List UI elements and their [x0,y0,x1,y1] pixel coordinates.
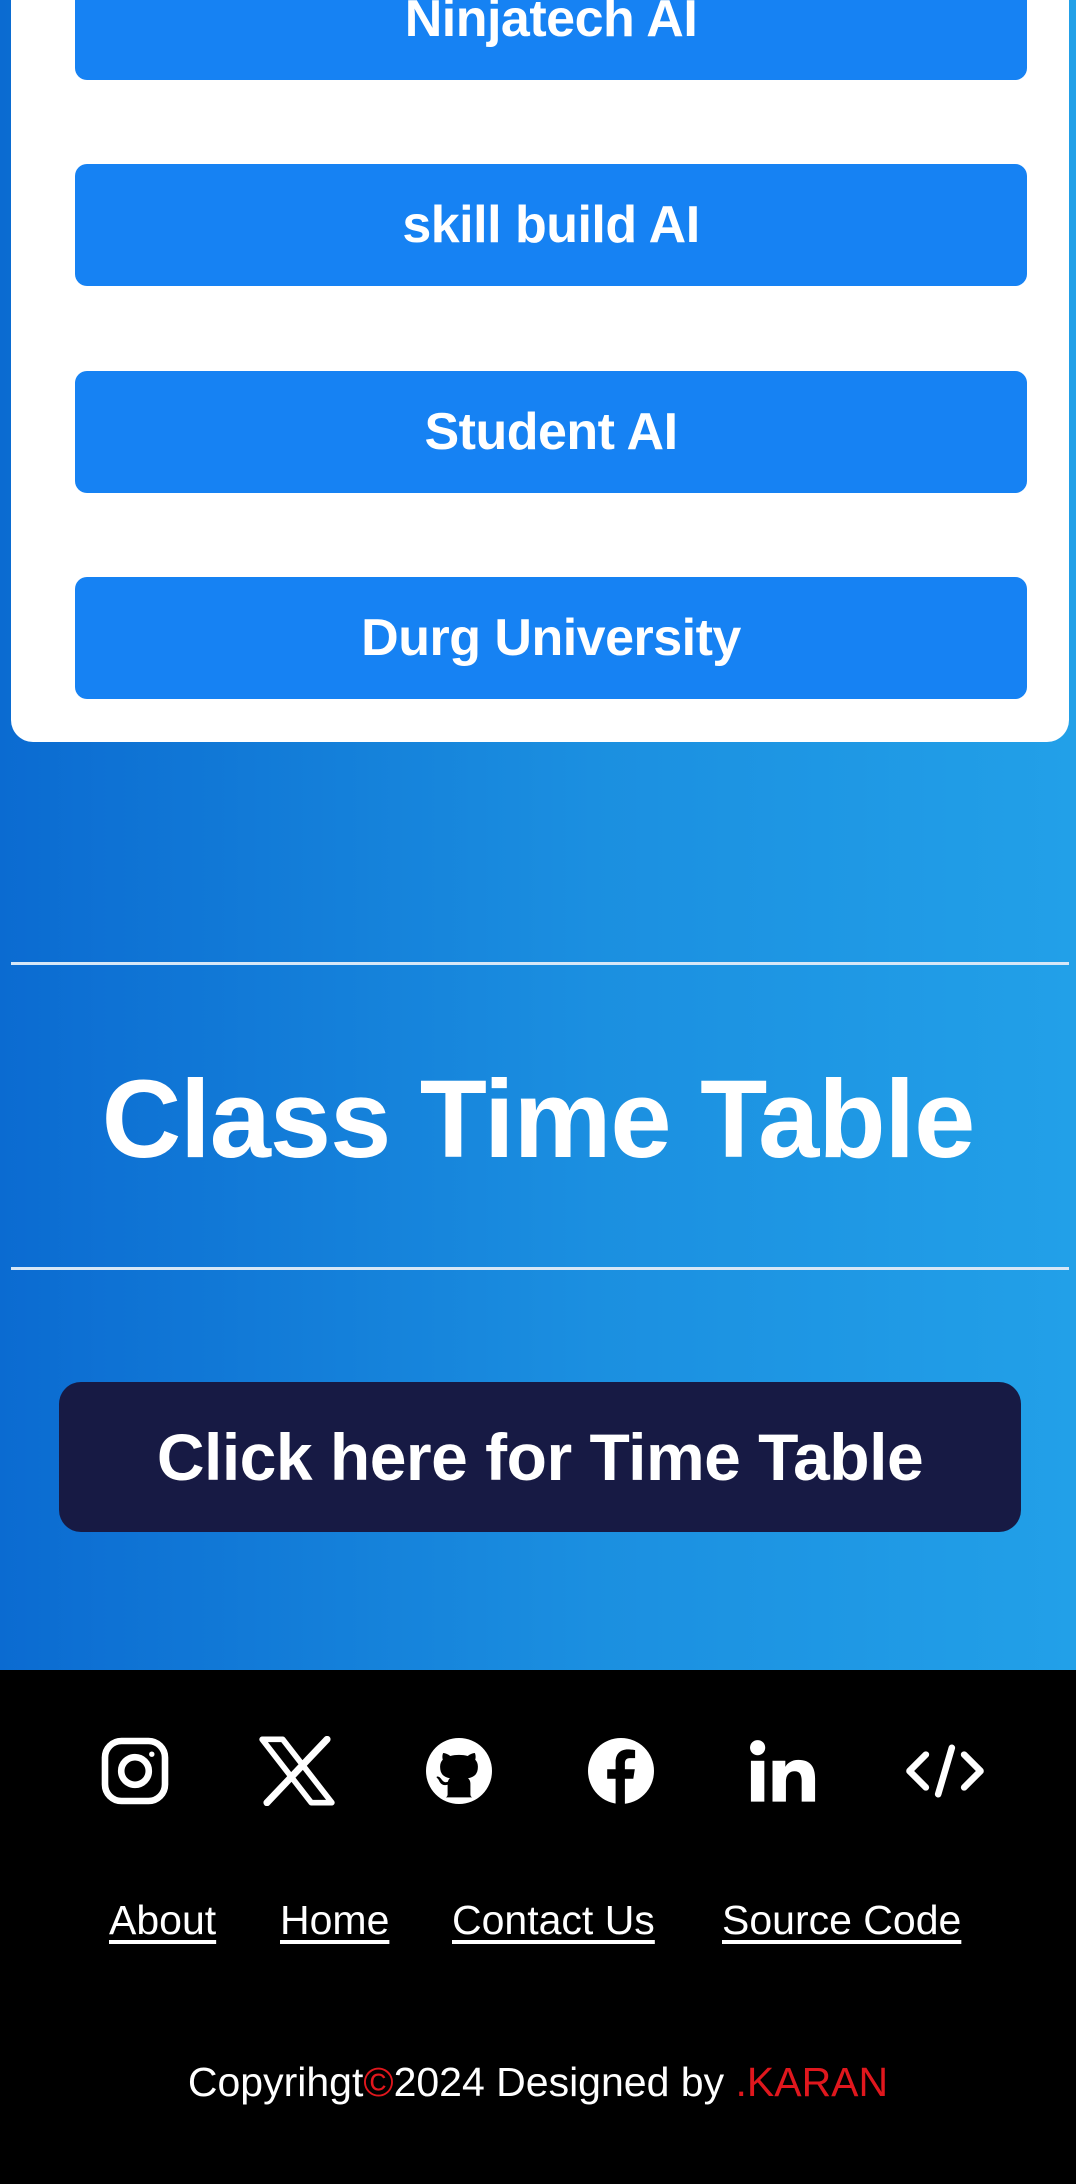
about-link[interactable]: About [109,1895,216,1945]
copyright-text: Copyrihgt©2024 Designed by .KARAN [0,2055,1076,2109]
copyright-symbol: © [363,2059,394,2105]
time-table-button[interactable]: Click here for Time Table [59,1382,1021,1532]
section-title: Class Time Table [101,1058,976,1181]
copyright-designed-by: 2024 Designed by [393,2059,736,2105]
x-icon[interactable] [256,1730,338,1812]
copyright-prefix: Copyrihgt [187,2059,364,2105]
student-ai-button[interactable]: Student AI [75,371,1027,493]
skill-build-ai-button[interactable]: skill build AI [75,164,1027,286]
github-icon[interactable] [418,1730,500,1812]
source-code-link[interactable]: Source Code [722,1895,961,1945]
instagram-icon[interactable] [94,1730,176,1812]
top-divider [11,962,1069,965]
home-link[interactable]: Home [280,1895,389,1945]
author-name: .KARAN [735,2059,889,2105]
ninjatech-ai-button[interactable]: Ninjatech AI [75,0,1027,80]
facebook-icon[interactable] [580,1730,662,1812]
durg-university-button[interactable]: Durg University [75,577,1027,699]
code-icon[interactable] [904,1730,986,1812]
linkedin-icon[interactable] [742,1730,824,1812]
contact-us-link[interactable]: Contact Us [452,1895,655,1945]
hero-section: Ninjatech AI skill build AI Student AI D… [0,0,1076,1670]
ai-links-card: Ninjatech AI skill build AI Student AI D… [11,0,1069,742]
bottom-divider [11,1267,1069,1270]
